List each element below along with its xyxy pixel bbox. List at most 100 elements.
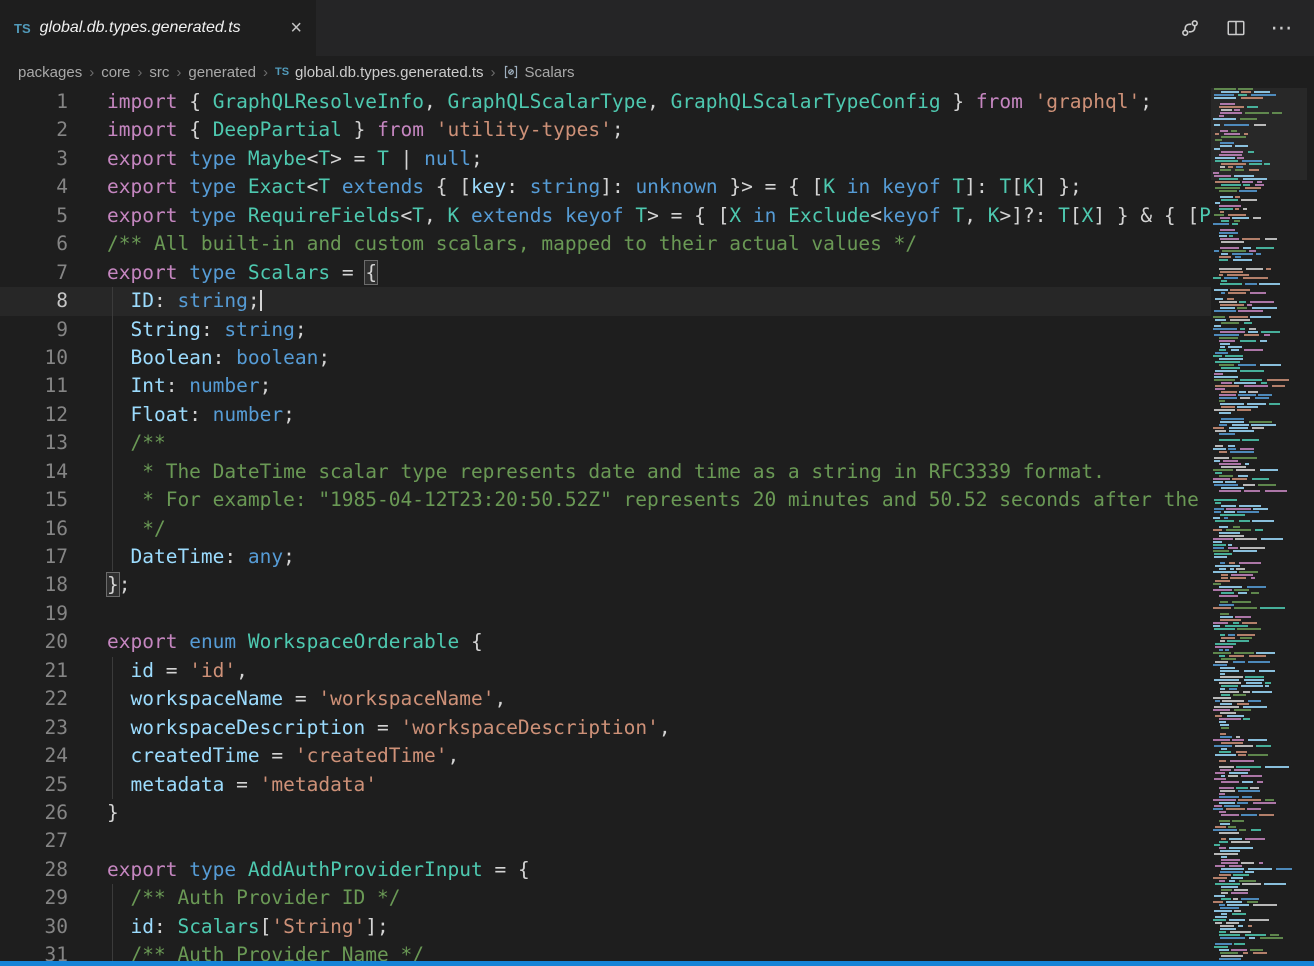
- symbol-type-icon: [503, 64, 519, 80]
- code-line[interactable]: 21 id = 'id',: [0, 657, 1211, 685]
- indent-guide: [112, 372, 113, 400]
- code-line[interactable]: 18};: [0, 571, 1211, 599]
- code-line[interactable]: 12 Float: number;: [0, 401, 1211, 429]
- code-editor[interactable]: 1import { GraphQLResolveInfo, GraphQLSca…: [0, 88, 1211, 966]
- code-line[interactable]: 6/** All built-in and custom scalars, ma…: [0, 230, 1211, 258]
- line-number: 9: [0, 316, 68, 344]
- line-number: 23: [0, 714, 68, 742]
- indent-guide: [112, 543, 113, 571]
- line-number: 26: [0, 799, 68, 827]
- line-number: 6: [0, 230, 68, 258]
- more-actions-icon[interactable]: ⋯: [1266, 12, 1298, 44]
- line-number: 13: [0, 429, 68, 457]
- line-number: 28: [0, 856, 68, 884]
- line-number: 30: [0, 913, 68, 941]
- code-line[interactable]: 1import { GraphQLResolveInfo, GraphQLSca…: [0, 88, 1211, 116]
- code-line[interactable]: 15 * For example: "1985-04-12T23:20:50.5…: [0, 486, 1211, 514]
- code-line[interactable]: 26}: [0, 799, 1211, 827]
- line-number: 25: [0, 771, 68, 799]
- line-number: 8: [0, 287, 68, 315]
- breadcrumb-separator: ›: [176, 64, 181, 81]
- editor-actions: ⋯: [1174, 0, 1314, 56]
- typescript-file-icon: TS: [14, 21, 31, 36]
- indent-guide: [112, 913, 113, 941]
- close-tab-icon[interactable]: ×: [286, 16, 306, 40]
- tab-bar: TS global.db.types.generated.ts × ⋯: [0, 0, 1314, 56]
- code-line[interactable]: 28export type AddAuthProviderInput = {: [0, 856, 1211, 884]
- line-number: 17: [0, 543, 68, 571]
- line-number: 20: [0, 628, 68, 656]
- breadcrumb-item-file[interactable]: TS global.db.types.generated.ts: [275, 64, 484, 81]
- line-number: 10: [0, 344, 68, 372]
- indent-guide: [112, 714, 113, 742]
- breadcrumb-separator: ›: [137, 64, 142, 81]
- code-line[interactable]: 24 createdTime = 'createdTime',: [0, 742, 1211, 770]
- code-line[interactable]: 25 metadata = 'metadata': [0, 771, 1211, 799]
- code-line[interactable]: 9 String: string;: [0, 316, 1211, 344]
- line-number: 5: [0, 202, 68, 230]
- code-line[interactable]: 20export enum WorkspaceOrderable {: [0, 628, 1211, 656]
- more-dots-glyph: ⋯: [1271, 24, 1294, 33]
- line-number: 18: [0, 571, 68, 599]
- breadcrumb-item-core[interactable]: core: [101, 64, 130, 81]
- breadcrumb-file-label: global.db.types.generated.ts: [295, 64, 483, 81]
- code-line[interactable]: 11 Int: number;: [0, 372, 1211, 400]
- code-line[interactable]: 19: [0, 600, 1211, 628]
- line-number: 19: [0, 600, 68, 628]
- line-number: 4: [0, 173, 68, 201]
- indent-guide: [112, 287, 113, 315]
- indent-guide: [112, 316, 113, 344]
- line-number: 22: [0, 685, 68, 713]
- breadcrumb-separator: ›: [491, 64, 496, 81]
- open-changes-icon[interactable]: [1174, 12, 1206, 44]
- text-cursor: [260, 290, 262, 311]
- tab-title: global.db.types.generated.ts: [40, 19, 278, 37]
- breadcrumb-item-generated[interactable]: generated: [188, 64, 256, 81]
- indent-guide: [112, 401, 113, 429]
- breadcrumb-item-symbol-scalars[interactable]: Scalars: [503, 64, 575, 81]
- line-number: 2: [0, 116, 68, 144]
- indent-guide: [112, 429, 113, 457]
- code-line[interactable]: 30 id: Scalars['String'];: [0, 913, 1211, 941]
- split-editor-icon[interactable]: [1220, 12, 1252, 44]
- breadcrumb-symbol-label: Scalars: [525, 64, 575, 81]
- indent-guide: [112, 771, 113, 799]
- indent-guide: [112, 884, 113, 912]
- indent-guide: [112, 657, 113, 685]
- code-line[interactable]: 7export type Scalars = {: [0, 259, 1211, 287]
- line-number: 14: [0, 458, 68, 486]
- breadcrumb-item-packages[interactable]: packages: [18, 64, 82, 81]
- status-bar: [0, 961, 1314, 966]
- code-line[interactable]: 5export type RequireFields<T, K extends …: [0, 202, 1211, 230]
- indent-guide: [112, 515, 113, 543]
- typescript-file-icon: TS: [275, 66, 289, 78]
- code-line[interactable]: 17 DateTime: any;: [0, 543, 1211, 571]
- line-number: 27: [0, 827, 68, 855]
- code-line[interactable]: 23 workspaceDescription = 'workspaceDesc…: [0, 714, 1211, 742]
- code-line[interactable]: 10 Boolean: boolean;: [0, 344, 1211, 372]
- code-line[interactable]: 13 /**: [0, 429, 1211, 457]
- breadcrumb: packages › core › src › generated › TS g…: [0, 56, 1314, 88]
- code-line[interactable]: 27: [0, 827, 1211, 855]
- code-line[interactable]: 22 workspaceName = 'workspaceName',: [0, 685, 1211, 713]
- indent-guide: [112, 742, 113, 770]
- line-number: 24: [0, 742, 68, 770]
- code-line[interactable]: 2import { DeepPartial } from 'utility-ty…: [0, 116, 1211, 144]
- code-line[interactable]: 3export type Maybe<T> = T | null;: [0, 145, 1211, 173]
- code-line[interactable]: 29 /** Auth Provider ID */: [0, 884, 1211, 912]
- breadcrumb-item-src[interactable]: src: [149, 64, 169, 81]
- minimap[interactable]: [1211, 88, 1307, 966]
- line-number: 12: [0, 401, 68, 429]
- code-line[interactable]: 4export type Exact<T extends { [key: str…: [0, 173, 1211, 201]
- tab-global-db-types[interactable]: TS global.db.types.generated.ts ×: [0, 0, 316, 56]
- breadcrumb-separator: ›: [89, 64, 94, 81]
- code-line[interactable]: 16 */: [0, 515, 1211, 543]
- code-line[interactable]: 14 * The DateTime scalar type represents…: [0, 458, 1211, 486]
- line-number: 7: [0, 259, 68, 287]
- indent-guide: [112, 458, 113, 486]
- line-number: 16: [0, 515, 68, 543]
- line-number: 11: [0, 372, 68, 400]
- code-line[interactable]: 8 ID: string;: [0, 287, 1211, 315]
- breadcrumb-separator: ›: [263, 64, 268, 81]
- line-number: 3: [0, 145, 68, 173]
